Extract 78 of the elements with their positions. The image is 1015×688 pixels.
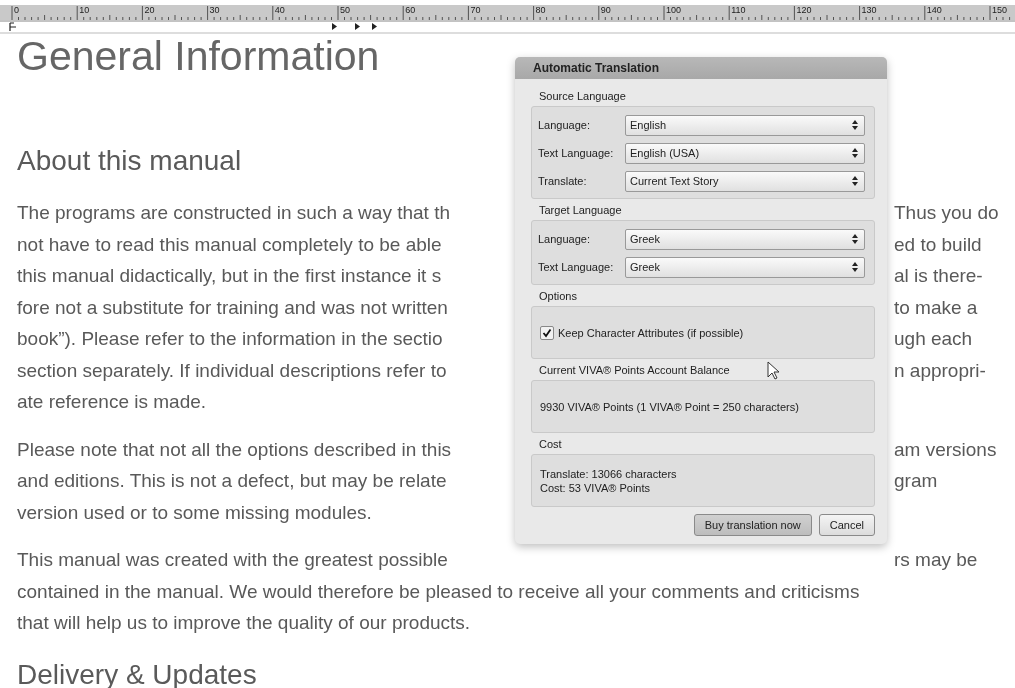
dropdown[interactable]: Greek [625, 256, 865, 278]
dropdown[interactable]: Current Text Story [625, 170, 865, 192]
text-line: al is there- [894, 264, 983, 288]
dialog-button[interactable]: Buy translation now [693, 514, 812, 536]
tab-stop-icon[interactable] [372, 23, 377, 30]
dropdown-value: Greek [630, 261, 660, 273]
ruler-number: 110 [731, 5, 746, 15]
indent-marker-icon[interactable] [9, 22, 17, 32]
text-line: version used or to some missing modules. [17, 500, 372, 525]
ruler-number: 100 [666, 5, 682, 15]
ruler-number: 120 [796, 5, 812, 15]
tab-stop-icon[interactable] [332, 23, 337, 30]
ruler-number: 90 [600, 5, 611, 15]
ruler-number: 70 [470, 5, 481, 15]
field-label: Language: [538, 119, 591, 131]
text-line: The programs are constructed in such a way that th [17, 201, 451, 225]
info-text: Cost: 53 VIVA® Points [540, 480, 651, 495]
stepper-arrows-icon [852, 176, 858, 186]
ruler-number: 50 [340, 5, 350, 15]
ruler-number: 10 [79, 5, 90, 15]
ruler-number: 20 [144, 5, 155, 15]
dropdown-value: English [630, 119, 667, 131]
stepper-arrows-icon [852, 234, 858, 244]
text-line: contained in the manual. We would therefore be pleased to receive all your comments and criticisms [17, 579, 860, 604]
group-label: Cost [538, 437, 562, 452]
stepper-arrows-icon [852, 262, 858, 272]
dropdown[interactable]: Greek [625, 228, 865, 250]
ruler-number: 130 [861, 5, 877, 15]
text-line: n appropri- [894, 358, 986, 383]
dropdown-value: Current Text Story [630, 175, 719, 187]
text-line: Thus you do [894, 201, 999, 225]
ruler-number: 40 [274, 5, 285, 15]
checkbox[interactable] [540, 325, 554, 340]
text-line: This manual was created with the greatest possible [17, 548, 449, 572]
text-line: Please note that not all the options described in this [17, 437, 453, 462]
field-label: Text Language: [538, 261, 615, 273]
text-line: that will help us to improve the quality of our products. [17, 611, 471, 635]
checkbox-label: Keep Character Attributes (if possible) [558, 326, 744, 339]
ruler-number: 140 [926, 5, 942, 15]
info-text: 9930 VIVA® Points (1 VIVA® Point = 250 characters) [540, 399, 799, 414]
dropdown[interactable]: English [625, 114, 865, 136]
text-line: gram [894, 469, 938, 493]
field-label: Text Language: [538, 147, 615, 159]
dialog-title: Automatic Translation [515, 57, 887, 79]
text-line: am versions [894, 437, 997, 462]
text-line: section separately. If individual descriptions refer to [17, 358, 448, 383]
stepper-arrows-icon [852, 120, 858, 130]
text-line: this manual didactically, but in the first instance it s [17, 264, 443, 288]
group-label: Options [538, 289, 577, 304]
text-line: fore not a substitute for training and was not written [17, 295, 449, 320]
tab-stop-icon[interactable] [355, 23, 360, 30]
field-label: Language: [538, 233, 591, 245]
mouse-pointer-icon [767, 361, 779, 380]
dropdown-value: English (USA) [630, 147, 700, 159]
group-label: Source Language [538, 89, 626, 104]
text-line: book”). Please refer to the information in the sectio [17, 327, 444, 351]
document-title: General Information [17, 34, 380, 78]
dropdown[interactable]: English (USA) [625, 142, 865, 164]
text-line: ate reference is made. [17, 390, 207, 414]
text-line: not have to read this manual completely to be able [17, 232, 443, 257]
text-line: ed to build [894, 232, 982, 257]
ruler-number: 30 [209, 5, 220, 15]
ruler-number: 80 [535, 5, 546, 15]
text-line: to make a [894, 295, 978, 320]
ruler-number: 60 [405, 5, 416, 15]
ruler-number: 0 [14, 5, 19, 15]
text-line: rs may be [894, 548, 978, 572]
field-label: Translate: [538, 175, 588, 187]
group-label: Current VIVA® Points Account Balance [538, 363, 730, 378]
section-heading: About this manual [17, 144, 242, 178]
info-text: Translate: 13066 characters [540, 466, 677, 481]
text-line: and editions. This is not a defect, but may be relate [17, 469, 448, 493]
group-label: Target Language [538, 203, 622, 218]
ruler-number: 150 [992, 5, 1008, 15]
stepper-arrows-icon [852, 148, 858, 158]
dialog-button[interactable]: Cancel [818, 514, 875, 536]
dropdown-value: Greek [630, 233, 660, 245]
text-line: ugh each [894, 327, 973, 351]
